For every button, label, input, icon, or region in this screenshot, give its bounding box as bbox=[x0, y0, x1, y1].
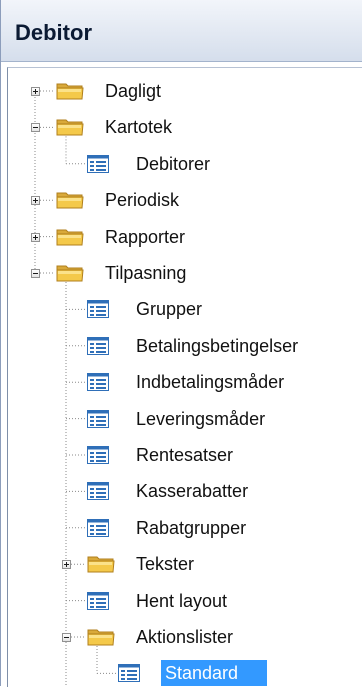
tree-item-label: Aktionslister bbox=[136, 627, 234, 647]
folder-icon bbox=[87, 554, 115, 579]
plus-expander-icon[interactable] bbox=[62, 560, 71, 570]
folder-icon bbox=[56, 227, 84, 252]
panel-title: Debitor bbox=[15, 20, 92, 45]
expander-bar bbox=[33, 273, 38, 274]
form-icon bbox=[87, 446, 109, 469]
tree-item-label: Debitorer bbox=[136, 153, 211, 174]
plus-expander-icon[interactable] bbox=[31, 87, 40, 96]
minus-expander-icon[interactable] bbox=[31, 123, 40, 133]
plus-expander-icon[interactable] bbox=[31, 196, 40, 206]
tree-item-label: Leveringsmåder bbox=[136, 408, 266, 429]
plus-expander-icon[interactable] bbox=[31, 232, 40, 242]
expander-bar-vertical bbox=[35, 198, 36, 204]
expander-bar-vertical bbox=[35, 234, 36, 240]
tree-item-label: Indbetalingsmåder bbox=[136, 372, 285, 393]
minus-expander-icon[interactable] bbox=[31, 269, 40, 278]
tree-item-label: Tilpasning bbox=[105, 263, 187, 283]
tree-item-label: Periodisk bbox=[105, 190, 180, 211]
tree-item-label: Kasserabatter bbox=[136, 481, 249, 502]
form-icon bbox=[87, 518, 109, 542]
tree-item-label: Hent layout bbox=[136, 590, 228, 611]
navigation-tree: Dagligt Kartotek Debitorer Periodisk Rapport… bbox=[7, 67, 362, 687]
form-icon bbox=[87, 373, 109, 396]
form-icon bbox=[87, 482, 109, 505]
tree-item-label: Betalingsbetingelser bbox=[136, 335, 299, 356]
tree-item-label: Rentesatser bbox=[136, 445, 234, 465]
folder-icon bbox=[56, 81, 84, 106]
folder-icon bbox=[56, 263, 84, 288]
tree-item-label: Standard bbox=[165, 663, 239, 684]
expander-bar bbox=[33, 127, 38, 129]
form-icon bbox=[87, 591, 109, 615]
folder-icon bbox=[56, 117, 84, 142]
tree-item-label: Rapporter bbox=[105, 226, 186, 247]
tree-item-label: Tekster bbox=[136, 554, 195, 575]
expander-bar-vertical bbox=[35, 89, 36, 94]
panel-header: Debitor bbox=[1, 0, 362, 62]
form-icon bbox=[118, 664, 140, 687]
form-icon bbox=[87, 336, 109, 360]
expander-bar-vertical bbox=[66, 562, 67, 568]
form-icon bbox=[87, 409, 109, 433]
minus-expander-icon[interactable] bbox=[62, 633, 71, 642]
expander-bar bbox=[64, 637, 69, 638]
tree-item-label: Rabatgrupper bbox=[136, 517, 247, 538]
folder-icon bbox=[87, 627, 115, 652]
tree-item-label: Dagligt bbox=[105, 81, 162, 101]
tree-item-label: Kartotek bbox=[105, 117, 173, 138]
form-icon bbox=[87, 154, 109, 178]
form-icon bbox=[87, 300, 109, 323]
folder-icon bbox=[56, 190, 84, 215]
debitor-panel: Debitor Dagligt Kartotek Debitorer Periodis… bbox=[0, 0, 362, 687]
tree-item-label: Grupper bbox=[136, 299, 203, 320]
